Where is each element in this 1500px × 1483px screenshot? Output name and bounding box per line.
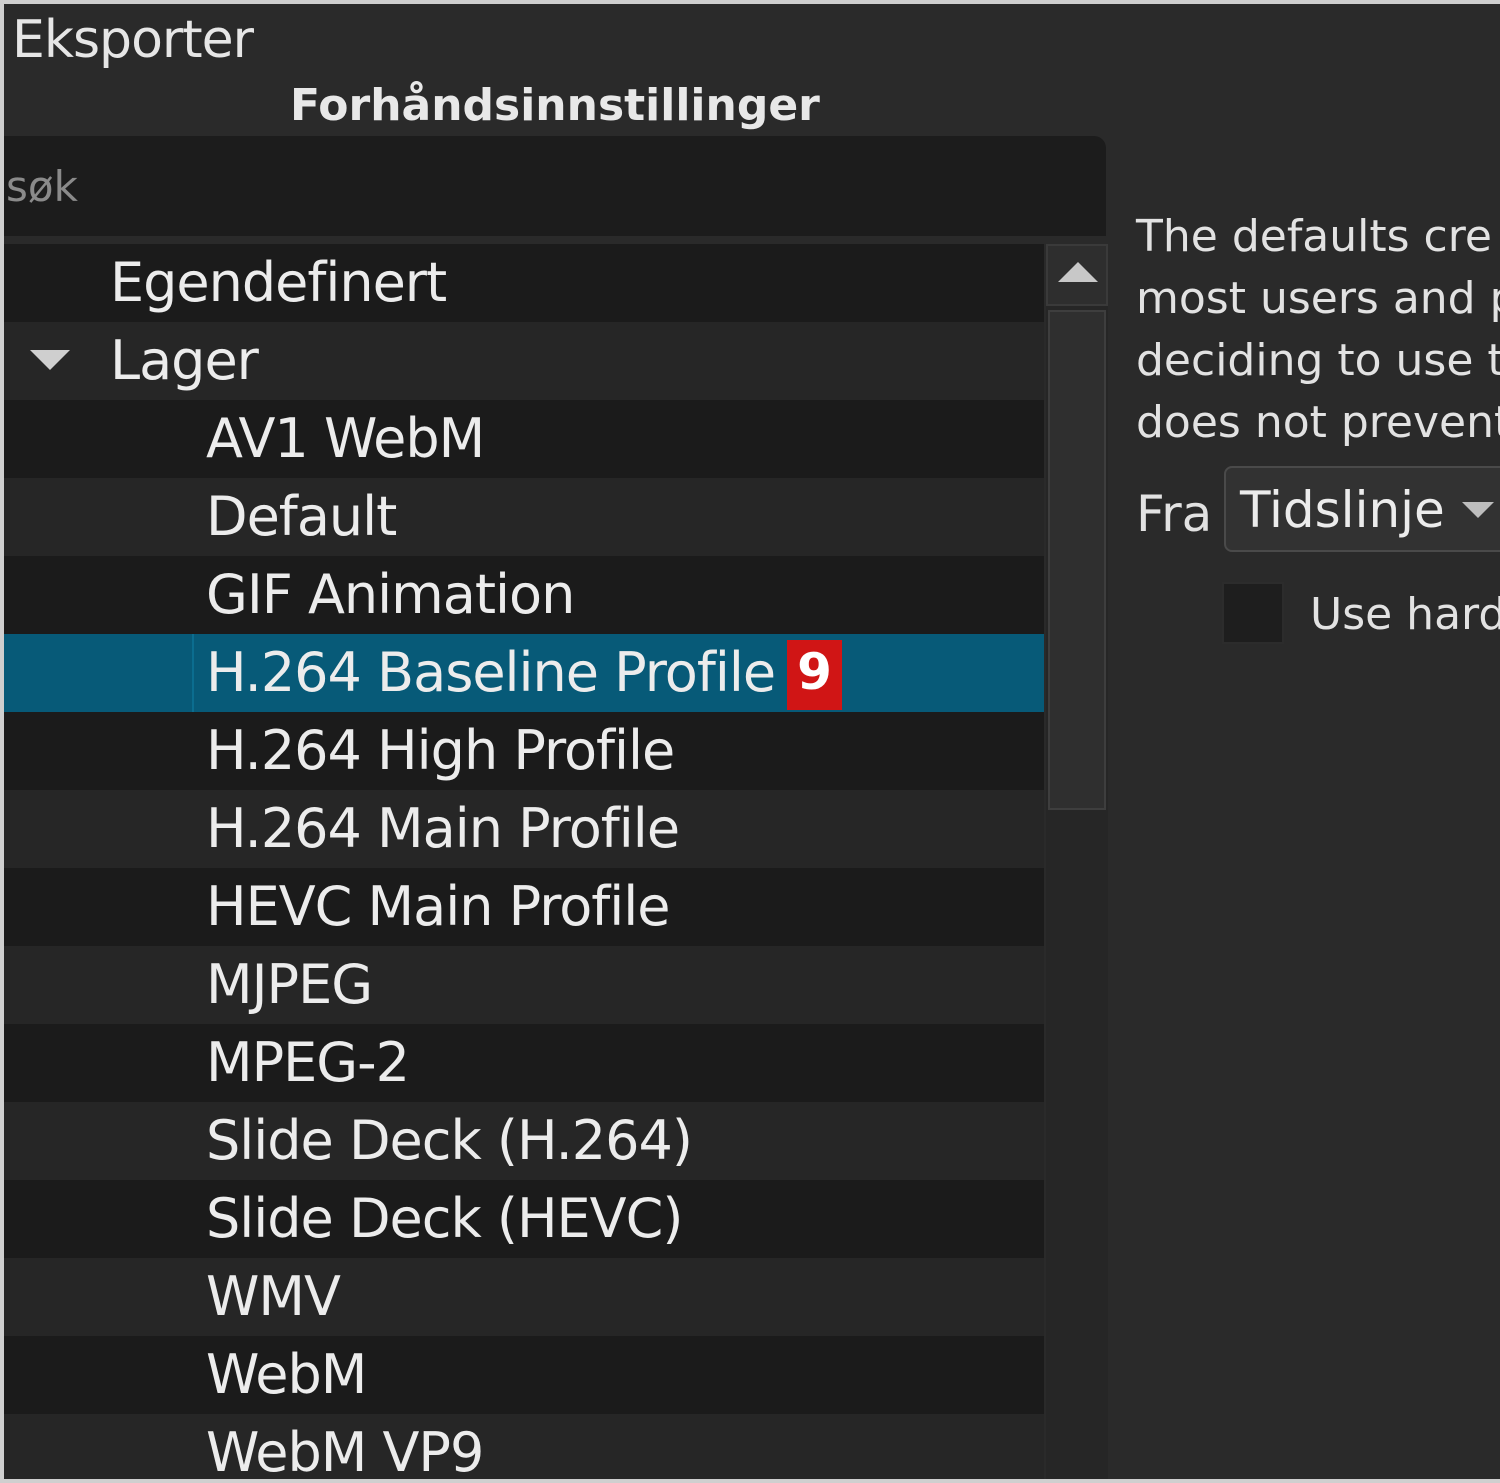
preset-item[interactable]: Default (4, 478, 1044, 556)
preset-item-label: MPEG-2 (206, 1031, 410, 1094)
preset-item[interactable]: AV1 WebM (4, 400, 1044, 478)
source-select-value: Tidslinje (1240, 481, 1445, 539)
preset-item[interactable]: Slide Deck (H.264) (4, 1102, 1044, 1180)
scroll-thumb[interactable] (1048, 310, 1106, 810)
preset-item[interactable]: H.264 High Profile (4, 712, 1044, 790)
preset-item[interactable]: MJPEG (4, 946, 1044, 1024)
preset-tree: Egendefinert Lager AV1 WebM Default GIF … (4, 244, 1044, 1483)
preset-item-label: WebM VP9 (206, 1421, 484, 1483)
preset-item-label: H.264 High Profile (206, 719, 675, 782)
presets-heading: Forhåndsinnstillinger (290, 80, 820, 131)
preset-item-label: AV1 WebM (206, 407, 485, 470)
export-settings-pane: The defaults cre most users and p decidi… (1108, 136, 1500, 1479)
panel-title: Eksporter (12, 10, 254, 70)
tree-item-stock[interactable]: Lager (4, 322, 1044, 400)
export-panel: Eksporter Forhåndsinnstillinger Egendefi… (0, 0, 1500, 1483)
preset-item-label: GIF Animation (206, 563, 575, 626)
selection-edge (192, 634, 194, 712)
preset-item[interactable]: WebM (4, 1336, 1044, 1414)
preset-item-label: Slide Deck (HEVC) (206, 1187, 683, 1250)
preset-item-label: WMV (206, 1265, 341, 1328)
preset-item-label-wrap: H.264 Baseline Profile 9 (206, 634, 842, 712)
arrow-up-icon (1058, 262, 1098, 282)
search-input[interactable] (4, 136, 1106, 236)
description-line: deciding to use t (1136, 335, 1500, 386)
preset-item[interactable]: WebM VP9 (4, 1414, 1044, 1483)
preset-item-label: WebM (206, 1343, 367, 1406)
preset-item[interactable]: WMV (4, 1258, 1044, 1336)
preset-item[interactable]: GIF Animation (4, 556, 1044, 634)
tree-item-custom[interactable]: Egendefinert (4, 244, 1044, 322)
description-line: The defaults cre (1136, 211, 1492, 262)
preset-item-label: Default (206, 485, 397, 548)
hardware-encoder-label[interactable]: Use hard (1310, 584, 1500, 646)
preset-item[interactable]: MPEG-2 (4, 1024, 1044, 1102)
source-select[interactable]: Tidslinje (1224, 466, 1500, 552)
preset-item[interactable]: H.264 Main Profile (4, 790, 1044, 868)
preset-description: The defaults cre most users and p decidi… (1136, 206, 1500, 454)
from-label: Fra (1136, 485, 1213, 543)
preset-item-label: MJPEG (206, 953, 373, 1016)
hardware-encoder-checkbox[interactable] (1222, 582, 1284, 644)
tree-scrollbar[interactable] (1046, 244, 1108, 1479)
preset-item[interactable]: HEVC Main Profile (4, 868, 1044, 946)
description-line: most users and p (1136, 273, 1500, 324)
tree-item-label: Egendefinert (110, 251, 447, 314)
preset-item-label: HEVC Main Profile (206, 875, 671, 938)
annotation-badge: 9 (787, 640, 842, 710)
chevron-down-icon (1462, 502, 1494, 518)
expand-caret-icon[interactable] (30, 350, 70, 370)
preset-item-selected[interactable]: H.264 Baseline Profile 9 (4, 634, 1044, 712)
description-line: does not prevent (1136, 397, 1500, 448)
tree-item-label: Lager (110, 329, 259, 392)
preset-item-label: Slide Deck (H.264) (206, 1109, 693, 1172)
preset-item-label: H.264 Baseline Profile (206, 641, 776, 704)
preset-item-label: H.264 Main Profile (206, 797, 680, 860)
scroll-up-button[interactable] (1046, 244, 1108, 306)
preset-item[interactable]: Slide Deck (HEVC) (4, 1180, 1044, 1258)
